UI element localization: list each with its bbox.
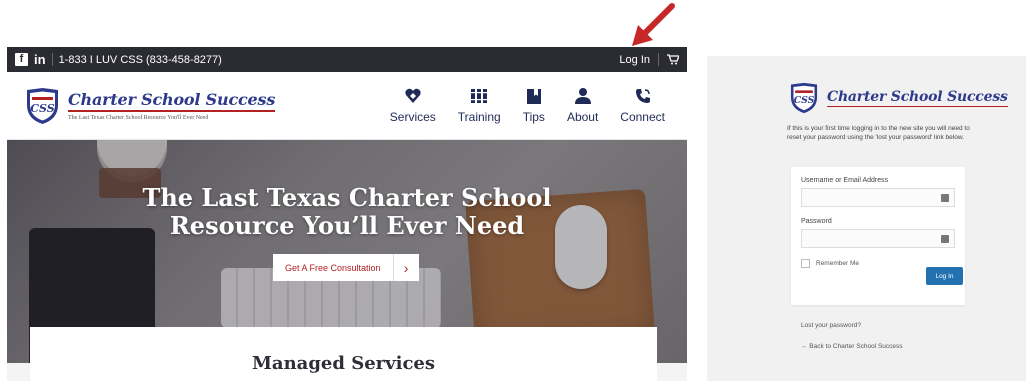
nav-label: About [566,110,599,124]
username-field[interactable] [801,188,955,207]
nav-item-training[interactable]: Training [458,87,501,124]
brand-name: Charter School Success [827,89,1008,107]
nav-item-tips[interactable]: Tips [523,87,545,124]
password-label: Password [801,218,832,225]
keyboard-icon [941,194,949,202]
login-form: Username or Email Address Password Remem… [791,167,965,305]
login-logo[interactable]: CSS Charter School Success [789,82,1008,114]
login-submit-button[interactable]: Log In [926,267,963,285]
nav-item-services[interactable]: Services [390,87,436,124]
topbar-right: Log In [619,53,679,66]
shield-logo-icon: CSS [27,87,58,124]
books-icon [471,89,488,103]
managed-services-card: Managed Services [30,327,657,381]
social-links: f in [15,52,46,67]
main-navbar: CSS Charter School Success The Last Texa… [7,72,687,140]
username-label: Username or Email Address [801,177,889,184]
shield-text: CSS [794,95,815,106]
divider [51,53,53,66]
nav-item-connect[interactable]: Connect [620,87,665,124]
divider [658,53,659,66]
shield-logo-icon: CSS [790,82,818,114]
site-logo[interactable]: CSS Charter School Success The Last Texa… [25,87,275,125]
shield-text: CSS [30,102,54,115]
top-bar: f in 1-833 I LUV CSS (833-458-8277) Log … [7,47,687,72]
linkedin-icon[interactable]: in [34,52,46,67]
nav-label: Training [457,110,501,124]
brand-name: Charter School Success [68,90,275,112]
nav-label: Tips [522,110,545,124]
bookmark-icon [526,89,541,104]
remember-label: Remember Me [816,260,859,267]
login-links: Lost your password? ← Back to Charter Sc… [801,322,903,364]
user-icon [574,88,591,104]
login-link[interactable]: Log In [619,54,650,66]
page-gutter [657,363,687,381]
brand-text: Charter School Success The Last Texas Ch… [68,90,275,121]
brand-tagline: The Last Texas Charter School Resource Y… [68,115,209,121]
page-gutter [7,363,30,381]
hero-headline-line2: Resource You’ll Ever Need [169,211,525,240]
back-to-site-link[interactable]: ← Back to Charter School Success [801,343,903,350]
remember-checkbox[interactable] [801,259,810,268]
section-title: Managed Services [251,353,435,374]
hero-headline: The Last Texas Charter School Resource Y… [7,184,687,240]
login-notice: If this is your first time logging in to… [787,125,970,141]
nav-label: Connect [620,110,665,124]
password-field[interactable] [801,229,955,248]
phone-number[interactable]: 1-833 I LUV CSS (833-458-8277) [59,54,222,66]
login-screenshot: CSS Charter School Success If this is yo… [707,56,1026,381]
phone-icon [635,89,650,103]
nav-item-about[interactable]: About [567,87,598,124]
brand-text: Charter School Success [827,89,1008,107]
heart-diamond-icon [405,88,421,103]
annotation-arrow-icon [632,3,675,46]
cart-icon[interactable] [667,54,679,65]
lost-password-link[interactable]: Lost your password? [801,322,903,329]
hero-headline-line1: The Last Texas Charter School [142,183,552,212]
facebook-icon[interactable]: f [15,53,28,66]
consultation-button-label: Get A Free Consultation [273,254,393,281]
website-screenshot: f in 1-833 I LUV CSS (833-458-8277) Log … [7,47,687,381]
nav-menu: Services Training Tips About Connect [390,87,665,124]
chevron-right-icon: › [392,254,419,281]
consultation-button[interactable]: Get A Free Consultation › [273,254,419,281]
nav-label: Services [389,110,436,124]
keyboard-icon [941,235,949,243]
